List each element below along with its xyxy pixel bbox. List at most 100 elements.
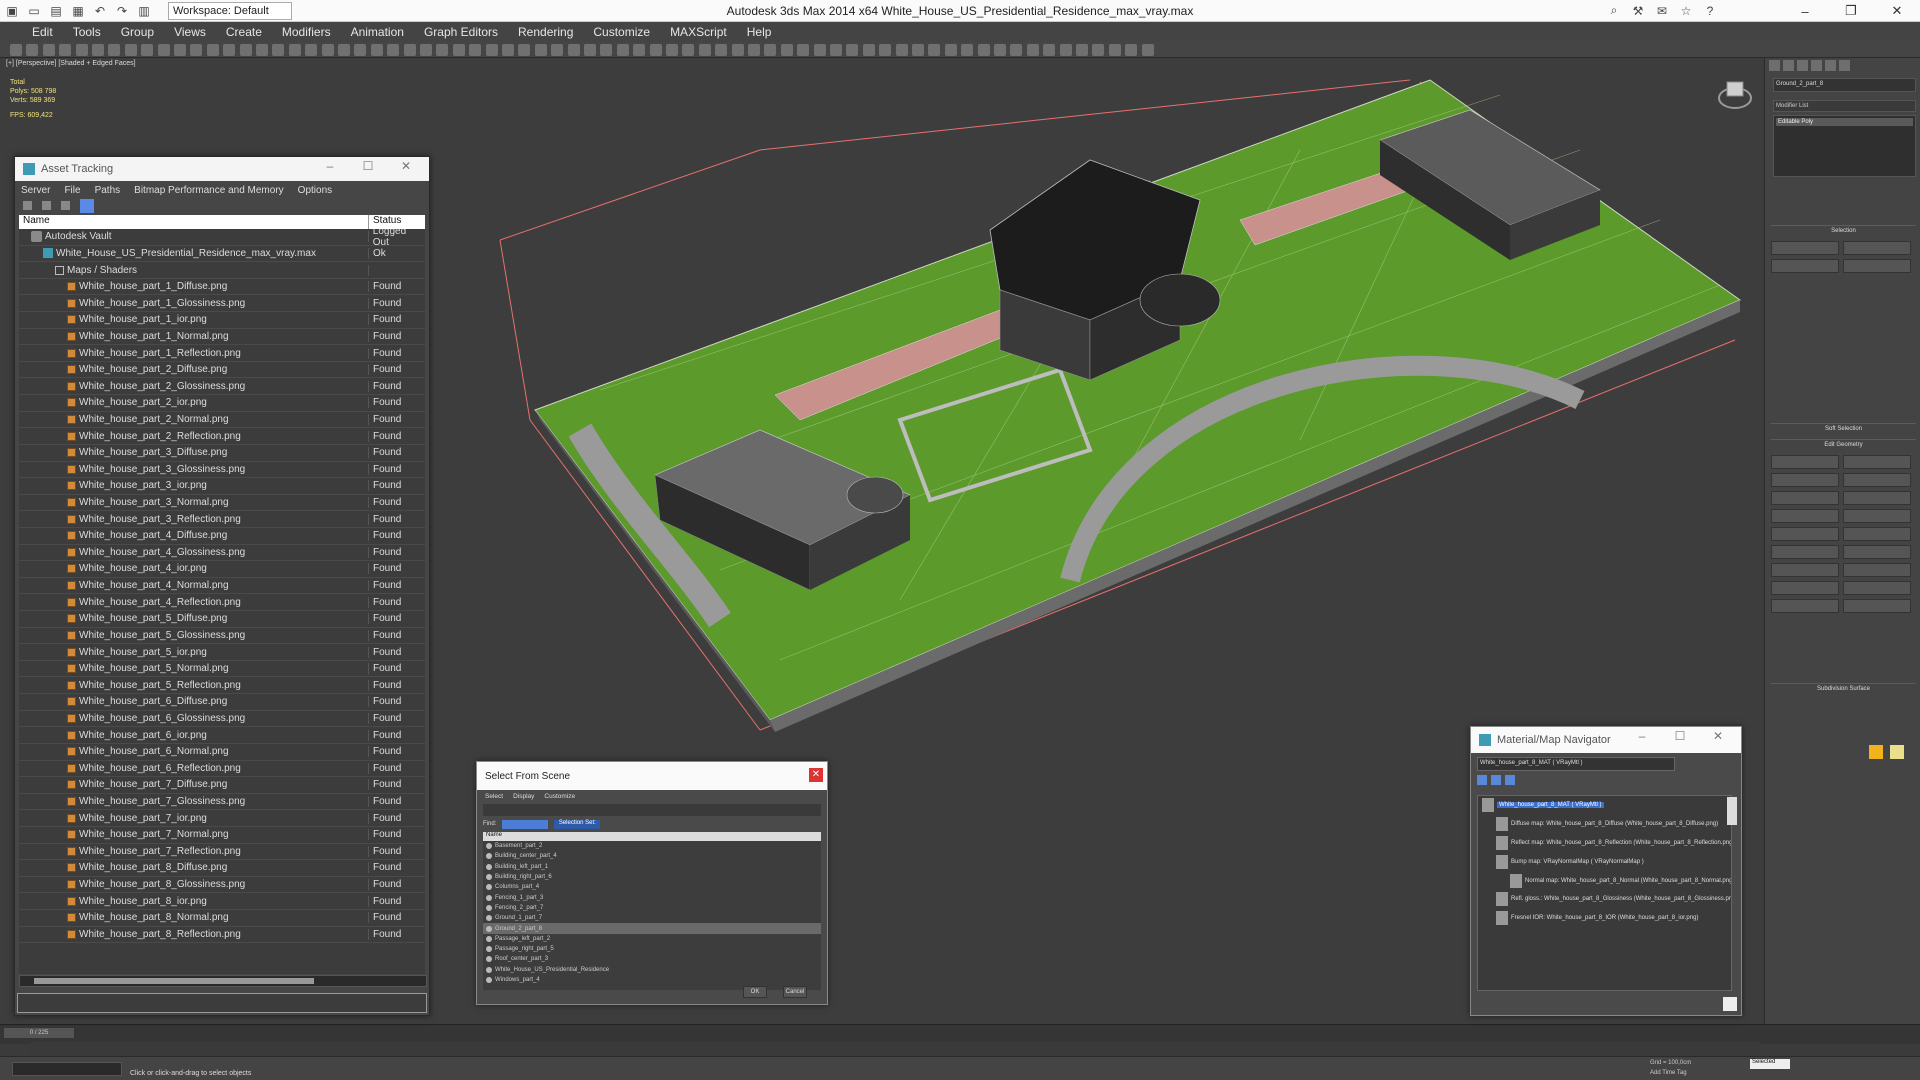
asset-row[interactable]: White_house_part_7_Glossiness.png Found [19,794,425,811]
grow-button[interactable] [1843,241,1911,255]
column-status[interactable]: Status [369,215,401,229]
asset-row[interactable]: White_house_part_1_ior.png Found [19,312,425,329]
toolbar-tool-icon[interactable] [223,44,236,56]
scene-object-item[interactable]: Fencing_1_part_3 [483,892,821,902]
toolbar-tool-icon[interactable] [502,44,514,56]
toolbar-tool-icon[interactable] [731,44,744,56]
track-bar[interactable] [30,1042,1760,1056]
asset-row[interactable]: White_house_part_1_Normal.png Found [19,329,425,346]
toolbar-tool-icon[interactable] [715,44,728,56]
toolbar-tool-icon[interactable] [157,44,170,56]
mnav-minimize-button[interactable]: – [1623,729,1661,743]
toolbar-tool-icon[interactable] [698,44,711,56]
material-tree-scrollbar[interactable] [1727,797,1737,825]
hide-selected-button[interactable] [1771,599,1839,613]
menu-customize[interactable]: Customize [593,25,650,39]
toolbar-tool-icon[interactable] [879,44,892,56]
collapse-button[interactable] [1771,473,1839,487]
asset-menu-options[interactable]: Options [298,185,332,196]
asset-row[interactable]: White_house_part_4_Normal.png Found [19,578,425,595]
asset-row[interactable]: White_house_part_5_ior.png Found [19,644,425,661]
asset-row[interactable]: White_house_part_8_ior.png Found [19,893,425,910]
toolbar-tool-icon[interactable] [633,44,646,56]
toolbar-tool-icon[interactable] [912,44,924,56]
motion-tab-icon[interactable] [1811,60,1822,71]
toolbar-tool-icon[interactable] [928,44,941,56]
ok-button[interactable]: OK [743,986,767,998]
scene-object-item[interactable]: Columns_part_4 [483,882,821,892]
resize-grip[interactable] [1723,997,1737,1011]
scene-object-item[interactable]: Building_center_part_4 [483,851,821,861]
toolbar-tool-icon[interactable] [75,44,88,56]
select-menu-select[interactable]: Select [485,793,503,800]
asset-path-field[interactable] [17,993,427,1013]
list-view-icon[interactable] [23,201,32,210]
relax-button[interactable] [1843,581,1911,595]
asset-row[interactable]: White_House_US_Presidential_Residence_ma… [19,246,425,263]
toolbar-tool-icon[interactable] [567,44,580,56]
hierarchy-view-icon[interactable] [80,199,94,213]
toolbar-tool-icon[interactable] [944,44,957,56]
toolbar-tool-icon[interactable] [600,44,613,56]
asset-row[interactable]: White_house_part_2_ior.png Found [19,395,425,412]
create-tab-icon[interactable] [1769,60,1780,71]
toolbar-tool-icon[interactable] [797,44,810,56]
toolbar-tool-icon[interactable] [124,44,137,56]
select-filter-toolbar[interactable] [483,804,821,816]
rollout-soft-selection[interactable]: Soft Selection [1771,423,1916,435]
toolbar-tool-icon[interactable] [780,44,793,56]
rollout-edit-geometry[interactable]: Edit Geometry [1771,439,1916,451]
selection-set-label[interactable]: Selection Set: [554,819,601,829]
loop-button[interactable] [1843,259,1911,273]
menu-animation[interactable]: Animation [351,25,404,39]
asset-menu-paths[interactable]: Paths [95,185,121,196]
toolbar-tool-icon[interactable] [616,44,629,56]
material-tree-node[interactable]: Normal map: White_house_part_8_Normal (W… [1478,871,1731,890]
toolbar-tool-icon[interactable] [1141,44,1154,56]
asset-row[interactable]: White_house_part_4_Glossiness.png Found [19,545,425,562]
scene-object-item[interactable]: White_House_US_Presidential_Residence [483,965,821,975]
stack-item-editable-poly[interactable]: Editable Poly [1776,118,1913,126]
scene-object-item[interactable]: Passage_left_part_2 [483,934,821,944]
toolbar-tool-icon[interactable] [42,44,55,56]
communication-icon[interactable]: ✉ [1652,1,1672,20]
toolbar-tool-icon[interactable] [764,44,777,56]
toolbar-tool-icon[interactable] [108,44,121,56]
slice-button[interactable] [1771,509,1839,523]
asset-row[interactable]: Maps / Shaders [19,262,425,279]
detach-button[interactable] [1771,491,1839,505]
scene-object-item[interactable]: Ground_1_part_7 [483,913,821,923]
menu-group[interactable]: Group [121,25,154,39]
asset-row[interactable]: White_house_part_6_Glossiness.png Found [19,711,425,728]
toolbar-tool-icon[interactable] [846,44,859,56]
menu-edit[interactable]: Edit [32,25,53,39]
toolbar-tool-icon[interactable] [977,44,990,56]
toolbar-tool-icon[interactable] [994,44,1006,56]
toolbar-tool-icon[interactable] [403,44,416,56]
menu-rendering[interactable]: Rendering [518,25,573,39]
viewport-label[interactable]: [+] [Perspective] [Shaded + Edged Faces] [6,60,136,67]
asset-row[interactable]: White_house_part_1_Reflection.png Found [19,345,425,362]
asset-row[interactable]: White_house_part_7_Normal.png Found [19,827,425,844]
toolbar-tool-icon[interactable] [370,44,383,56]
asset-row[interactable]: White_house_part_3_ior.png Found [19,478,425,495]
asset-row[interactable]: White_house_part_6_Reflection.png Found [19,761,425,778]
asset-row[interactable]: White_house_part_7_ior.png Found [19,810,425,827]
asset-row[interactable]: White_house_part_6_Diffuse.png Found [19,694,425,711]
toolbar-tool-icon[interactable] [321,44,334,56]
cancel-button[interactable]: Cancel [783,986,807,998]
viewcube[interactable] [1718,81,1752,109]
select-close-button[interactable]: ✕ [809,768,823,782]
maxscript-listener[interactable] [12,1062,122,1076]
attach-button[interactable] [1843,473,1911,487]
asset-row[interactable]: Autodesk Vault Logged Out [19,229,425,248]
menu-tools[interactable]: Tools [73,25,101,39]
toolbar-tool-icon[interactable] [354,44,367,56]
asset-row[interactable]: White_house_part_3_Diffuse.png Found [19,445,425,462]
asset-row[interactable]: White_house_part_1_Glossiness.png Found [19,295,425,313]
asset-row[interactable]: White_house_part_2_Diffuse.png Found [19,362,425,379]
toolbar-tool-icon[interactable] [895,44,908,56]
asset-tracking-titlebar[interactable]: Asset Tracking – ☐ ✕ [15,157,429,181]
scene-object-item[interactable]: Ground_2_part_8 [483,923,821,934]
view-icons-icon[interactable] [1491,775,1501,785]
